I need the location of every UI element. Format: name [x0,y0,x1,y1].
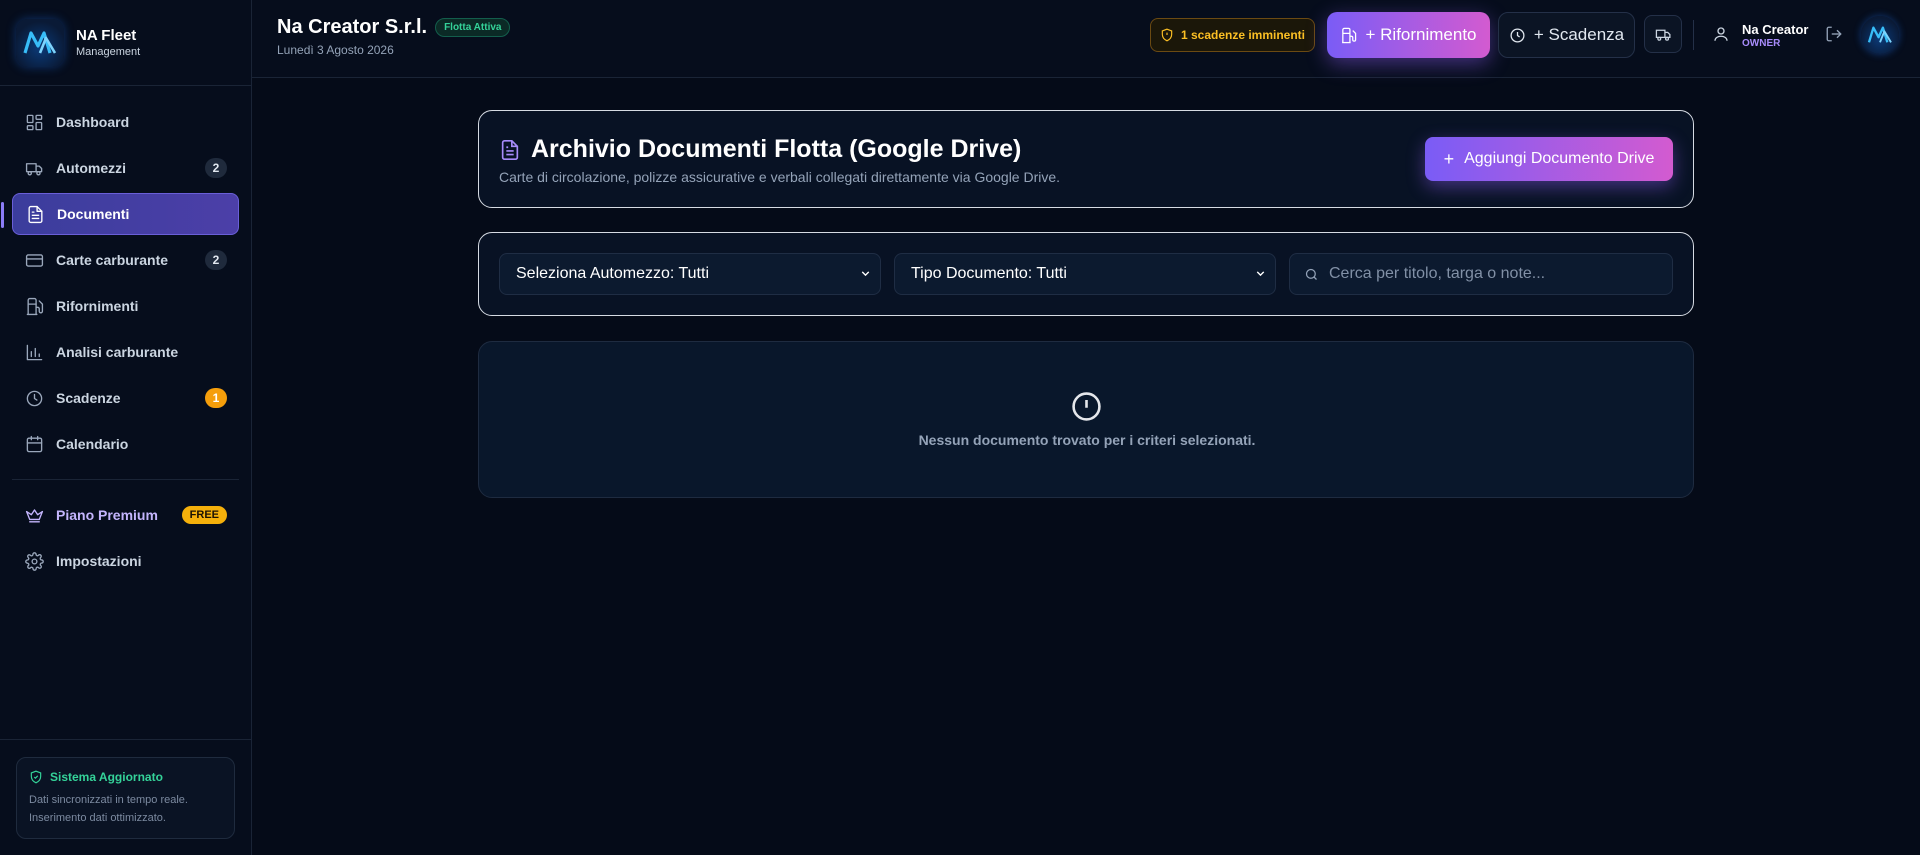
search-input[interactable] [1329,265,1649,283]
count-badge: 2 [205,158,227,178]
sidebar-item-label: Dashboard [56,114,130,130]
brand-title: NA Fleet [76,27,137,44]
document-icon [501,139,519,160]
sidebar-item-label: Carte carburante [56,252,169,268]
add-refuel-button[interactable]: + Rifornimento [1327,12,1490,58]
system-status-card: Sistema Aggiornato Dati sincronizzati in… [16,757,235,839]
bar-chart-icon [24,342,44,362]
sidebar-item-label: Scadenze [56,390,121,406]
add-deadline-button[interactable]: + Scadenza [1498,12,1635,58]
top-bar: Na Creator S.r.l. Flotta Attiva Lunedì 3… [252,0,1920,78]
brand-subtitle: Management [76,46,141,58]
sidebar-item-calendario[interactable]: Calendario [12,423,239,465]
chevron-down-icon [1254,267,1267,285]
document-type-select-value: Tipo Documento: Tutti [911,265,1067,282]
dashboard-icon [24,112,44,132]
user-icon [1712,25,1730,48]
sidebar-item-label: Impostazioni [56,553,142,569]
plus-icon: + [1443,148,1455,169]
sidebar-item-documenti[interactable]: Documenti [1,193,239,235]
documents-header-panel: Archivio Documenti Flotta (Google Drive)… [478,110,1694,208]
current-date: Lunedì 3 Agosto 2026 [277,43,394,57]
user-role: OWNER [1742,38,1781,49]
calendar-icon [24,434,44,454]
vehicle-select-value: Seleziona Automezzo: Tutti [516,265,709,282]
avatar[interactable] [1861,16,1899,54]
divider [0,739,252,740]
sidebar-item-carte-carburante[interactable]: Carte carburante 2 [12,239,239,281]
empty-state-panel: Nessun documento trovato per i criteri s… [478,341,1694,498]
deadlines-alert[interactable]: 1 scadenze imminenti [1150,18,1315,52]
document-type-select[interactable]: Tipo Documento: Tutti [894,253,1276,295]
vehicles-button[interactable] [1644,15,1682,53]
search-field[interactable] [1289,253,1673,295]
page-subtitle: Carte di circolazione, polizze assicurat… [499,169,1061,185]
system-status-title: Sistema Aggiornato [50,770,163,784]
filters-panel: Seleziona Automezzo: Tutti Tipo Document… [478,232,1694,316]
brand-logo[interactable] [16,18,64,67]
sidebar-item-label: Documenti [57,206,130,222]
count-badge: 2 [205,250,227,270]
sidebar-item-label: Piano Premium [56,507,158,523]
clock-icon [24,388,44,408]
nav-divider [12,479,239,480]
status-badge: Flotta Attiva [435,18,511,37]
fuel-icon [24,296,44,316]
empty-state-message: Nessun documento trovato per i criteri s… [918,432,1256,448]
add-drive-document-label: Aggiungi Documento Drive [1464,150,1655,167]
user-name: Na Creator [1742,22,1809,37]
sidebar-nav: Dashboard Automezzi 2 Documenti Carte ca… [0,86,251,582]
add-deadline-label: + Scadenza [1533,25,1625,44]
search-icon [1305,268,1317,280]
sidebar-item-label: Rifornimenti [56,298,139,314]
truck-icon [1655,29,1671,41]
sidebar-item-label: Analisi carburante [56,344,179,360]
page-title: Archivio Documenti Flotta (Google Drive) [531,135,1022,163]
system-status-line: Dati sincronizzati in tempo reale. [29,794,188,806]
sidebar-item-dashboard[interactable]: Dashboard [12,101,239,143]
sidebar-item-rifornimenti[interactable]: Rifornimenti [12,285,239,327]
document-icon [25,204,45,224]
truck-icon [24,158,44,178]
deadlines-alert-label: 1 scadenze imminenti [1180,28,1306,42]
sidebar-item-analisi-carburante[interactable]: Analisi carburante [12,331,239,373]
system-status-line: Inserimento dati ottimizzato. [29,812,166,824]
logo-mark-icon [1867,26,1892,43]
plan-badge: FREE [181,506,227,524]
count-badge: 1 [205,388,227,408]
gear-icon [24,551,44,571]
logout-icon[interactable] [1825,25,1843,48]
sidebar-item-impostazioni[interactable]: Impostazioni [12,540,239,582]
divider [1693,20,1694,50]
sidebar-item-scadenze[interactable]: Scadenze 1 [12,377,239,419]
crown-icon [24,505,44,525]
shield-alert-icon [1161,28,1173,42]
sidebar-item-label: Automezzi [56,160,126,176]
shield-check-icon [30,770,42,784]
add-refuel-label: + Rifornimento [1365,25,1477,44]
chevron-down-icon [859,267,872,285]
sidebar-item-premium[interactable]: Piano Premium FREE [12,494,239,536]
sidebar-item-label: Calendario [56,436,129,452]
add-drive-document-button[interactable]: + Aggiungi Documento Drive [1425,137,1673,181]
alert-circle-icon [1071,391,1102,427]
clock-icon [1510,27,1525,43]
company-name: Na Creator S.r.l. [277,16,428,38]
brand: NA Fleet Management [0,0,251,86]
sidebar-item-automezzi[interactable]: Automezzi 2 [12,147,239,189]
logo-mark-icon [23,30,57,54]
vehicle-select[interactable]: Seleziona Automezzo: Tutti [499,253,881,295]
sidebar: NA Fleet Management Dashboard Automezzi … [0,0,252,855]
fuel-icon [1342,27,1357,43]
credit-card-icon [24,250,44,270]
